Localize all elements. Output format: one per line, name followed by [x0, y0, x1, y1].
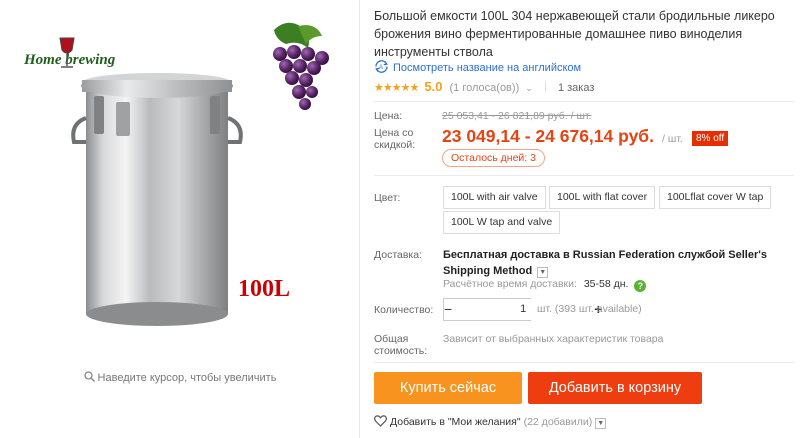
volume-text: 100L — [238, 276, 290, 302]
panel-divider — [359, 0, 360, 438]
discount-badge: 8% off — [692, 131, 729, 146]
delivery-time: Расчётное время доставки: 35-58 дн. ? — [443, 278, 647, 292]
divider — [374, 101, 794, 102]
search-icon — [83, 371, 95, 385]
chevron-down-icon[interactable]: ⌄ — [525, 83, 533, 93]
rating-row: ★★★★★ 5.0 (1 голоса(ов)) ⌄ 1 заказ — [374, 79, 594, 94]
old-price: 25 053,41 - 26 821,89 руб. / шт. — [442, 110, 592, 122]
chevron-down-icon[interactable]: ▼ — [537, 267, 549, 278]
color-option[interactable]: 100Lflat cover W tap — [659, 186, 772, 209]
zoom-hint: Наведите курсор, чтобы увеличить — [0, 371, 360, 385]
color-label: Цвет: — [374, 192, 401, 204]
wishlist-text: Добавить в "Мои желания" — [390, 416, 521, 428]
quantity-stepper: − + — [443, 298, 602, 321]
color-option[interactable]: 100L with air valve — [443, 186, 546, 209]
discounted-price: 23 049,14 - 24 676,14 руб. — [442, 126, 654, 146]
price-label: Цена: — [374, 110, 403, 122]
translate-link[interactable]: A Посмотреть название на английском — [374, 60, 581, 74]
quantity-available: шт. (393 шт. available) — [537, 303, 642, 315]
product-gallery: Home brewing 100L Наведите курсор, чтобы… — [0, 0, 360, 438]
divider — [374, 175, 794, 176]
rating-score: 5.0 — [424, 79, 443, 94]
price-unit: / шт. — [662, 133, 683, 145]
color-option[interactable]: 100L W tap and valve — [443, 211, 561, 234]
fermenter-illustration: Home brewing 100L — [23, 22, 329, 326]
zoom-hint-text: Наведите курсор, чтобы увеличить — [97, 372, 277, 384]
svg-text:A: A — [379, 65, 383, 71]
help-icon[interactable]: ? — [634, 280, 647, 292]
grapes-icon — [273, 22, 329, 110]
heart-icon — [374, 415, 387, 427]
buy-now-button[interactable]: Купить сейчас — [374, 372, 522, 404]
divider — [374, 362, 794, 363]
wishlist-count: (22 добавили) — [523, 416, 593, 428]
shipping-label: Доставка: — [374, 249, 423, 261]
shipping-method-text: Бесплатная доставка в Russian Federation… — [443, 249, 767, 277]
add-to-cart-button[interactable]: Добавить в корзину — [528, 372, 702, 404]
rating-stars: ★★★★★ — [374, 82, 419, 94]
rating-separator — [544, 81, 546, 92]
shipping-method: Бесплатная доставка в Russian Federation… — [443, 247, 793, 279]
chevron-down-icon[interactable]: ▼ — [595, 418, 607, 429]
product-image[interactable]: Home brewing 100L — [16, 14, 342, 342]
orders-count: 1 заказ — [557, 82, 595, 94]
translate-link-text: Посмотреть название на английском — [393, 62, 582, 74]
delivery-time-label: Расчётное время доставки: — [443, 278, 577, 290]
total-label: Общая стоимость: — [374, 333, 428, 357]
quantity-minus-button[interactable]: − — [444, 299, 452, 320]
total-note: Зависит от выбранных характеристик товар… — [443, 333, 664, 345]
translate-icon: A — [374, 60, 389, 73]
quantity-label: Количество: — [374, 304, 434, 316]
wishlist-row[interactable]: Добавить в "Мои желания" (22 добавили) ▼ — [374, 415, 607, 429]
brand-text: Home brewing — [23, 52, 116, 68]
product-title: Большой емкости 100L 304 нержавеющей ста… — [374, 9, 775, 59]
color-option[interactable]: 100L with flat cover — [549, 186, 656, 209]
delivery-time-value: 35-58 дн. — [583, 278, 629, 290]
rating-votes[interactable]: (1 голоса(ов)) — [450, 82, 520, 94]
days-left-badge: Осталось дней: 3 — [442, 149, 545, 167]
discount-price-label: Цена со скидкой: — [374, 127, 416, 151]
